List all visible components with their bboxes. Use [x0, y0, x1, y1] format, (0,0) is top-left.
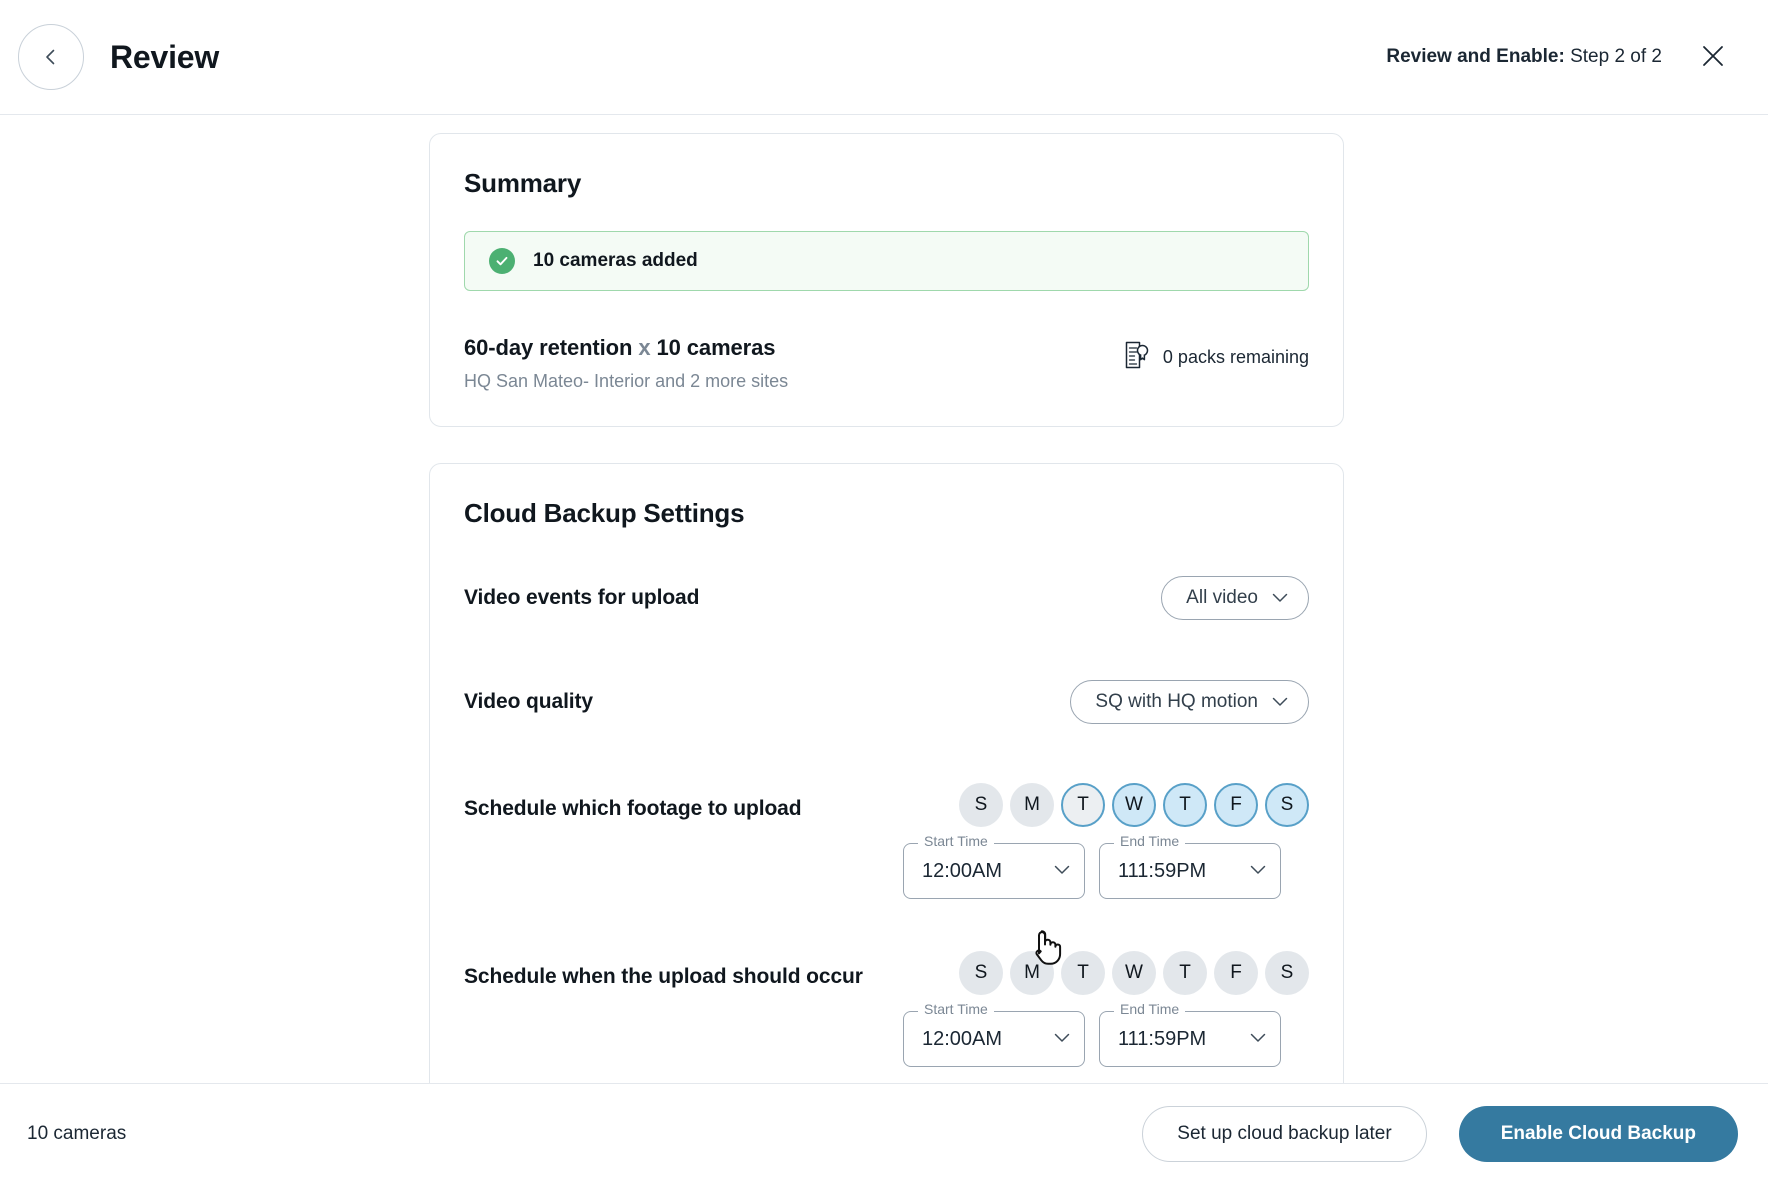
- day-toggle-thursday[interactable]: T: [1163, 951, 1207, 995]
- schedule-block-upload-window: Schedule when the upload should occur S …: [464, 951, 1309, 1067]
- video-quality-dropdown[interactable]: SQ with HQ motion: [1070, 680, 1309, 724]
- retention-suffix: 10 cameras: [657, 335, 776, 360]
- cloud-backup-settings-title: Cloud Backup Settings: [464, 498, 1309, 529]
- schedule-block-footage: Schedule which footage to upload S M T W…: [464, 783, 1309, 899]
- retention-sites: HQ San Mateo- Interior and 2 more sites: [464, 371, 1124, 392]
- check-circle-icon: [489, 248, 515, 274]
- chevron-down-icon: [1250, 1030, 1266, 1048]
- end-time-value: 111:59PM: [1118, 860, 1250, 883]
- video-events-dropdown-value: All video: [1186, 587, 1258, 609]
- day-toggle-sunday[interactable]: S: [959, 951, 1003, 995]
- end-time-legend: End Time: [1114, 1002, 1185, 1016]
- dialog-header: Review Review and Enable: Step 2 of 2: [0, 0, 1768, 115]
- page-title: Review: [110, 39, 219, 76]
- step-indicator: Review and Enable: Step 2 of 2: [1386, 46, 1662, 68]
- day-toggle-wednesday[interactable]: W: [1112, 783, 1156, 827]
- setup-later-button[interactable]: Set up cloud backup later: [1142, 1106, 1426, 1162]
- chevron-down-icon: [1054, 1030, 1070, 1048]
- footer-actions: Set up cloud backup later Enable Cloud B…: [1142, 1106, 1738, 1162]
- packs-remaining-text: 0 packs remaining: [1163, 347, 1309, 368]
- schedule-footage-controls: S M T W T F S Start Time 12:00AM: [959, 783, 1309, 899]
- setting-row-video-quality: Video quality SQ with HQ motion: [464, 673, 1309, 731]
- retention-title: 60-day retention x 10 cameras: [464, 335, 1124, 361]
- summary-title: Summary: [464, 168, 1309, 199]
- day-toggle-tuesday[interactable]: T: [1061, 783, 1105, 827]
- end-time-field-upload-window[interactable]: End Time 111:59PM: [1099, 1011, 1281, 1067]
- day-toggle-saturday[interactable]: S: [1265, 783, 1309, 827]
- retention-main: 60-day retention x 10 cameras HQ San Mat…: [464, 335, 1124, 392]
- review-and-enable-dialog: Review Review and Enable: Step 2 of 2 Su…: [0, 0, 1768, 1184]
- cards-container: Summary 10 cameras added 60-day retentio…: [424, 115, 1344, 1083]
- retention-prefix: 60-day retention: [464, 335, 632, 360]
- chevron-down-icon: [1272, 587, 1288, 609]
- video-events-dropdown[interactable]: All video: [1161, 576, 1309, 620]
- retention-row: 60-day retention x 10 cameras HQ San Mat…: [464, 335, 1309, 392]
- video-quality-label: Video quality: [464, 690, 1070, 714]
- end-time-legend: End Time: [1114, 834, 1185, 848]
- header-right-group: Review and Enable: Step 2 of 2: [1386, 40, 1730, 74]
- start-time-legend: Start Time: [918, 834, 994, 848]
- time-range-footage: Start Time 12:00AM End Time 1: [903, 843, 1281, 899]
- close-icon: [1699, 42, 1727, 73]
- step-indicator-value: Step 2 of 2: [1565, 46, 1662, 67]
- summary-card: Summary 10 cameras added 60-day retentio…: [429, 133, 1344, 427]
- end-time-field-footage[interactable]: End Time 111:59PM: [1099, 843, 1281, 899]
- day-toggle-monday[interactable]: M: [1010, 951, 1054, 995]
- license-document-icon: [1124, 341, 1150, 374]
- day-toggle-sunday[interactable]: S: [959, 783, 1003, 827]
- start-time-value: 12:00AM: [922, 860, 1054, 883]
- chevron-down-icon: [1250, 862, 1266, 880]
- day-selector-upload-window: S M T W T F S: [959, 951, 1309, 995]
- time-range-upload-window: Start Time 12:00AM End Time 1: [903, 1011, 1281, 1067]
- day-selector-footage: S M T W T F S: [959, 783, 1309, 827]
- cameras-added-text: 10 cameras added: [533, 250, 698, 272]
- packs-remaining-group: 0 packs remaining: [1124, 335, 1309, 374]
- cameras-added-banner: 10 cameras added: [464, 231, 1309, 291]
- dialog-footer: 10 cameras Set up cloud backup later Ena…: [0, 1083, 1768, 1184]
- day-toggle-tuesday[interactable]: T: [1061, 951, 1105, 995]
- day-toggle-thursday[interactable]: T: [1163, 783, 1207, 827]
- dialog-body: Summary 10 cameras added 60-day retentio…: [0, 115, 1768, 1083]
- schedule-upload-window-label: Schedule when the upload should occur: [464, 951, 959, 989]
- schedule-footage-label: Schedule which footage to upload: [464, 783, 959, 821]
- day-toggle-saturday[interactable]: S: [1265, 951, 1309, 995]
- end-time-value: 111:59PM: [1118, 1028, 1250, 1051]
- footer-camera-count: 10 cameras: [27, 1123, 126, 1145]
- chevron-down-icon: [1054, 862, 1070, 880]
- video-events-label: Video events for upload: [464, 586, 1161, 610]
- video-quality-dropdown-value: SQ with HQ motion: [1095, 691, 1258, 713]
- schedule-upload-window-controls: S M T W T F S Start Time 12:00AM: [959, 951, 1309, 1067]
- step-indicator-label: Review and Enable:: [1386, 46, 1564, 67]
- chevron-down-icon: [1272, 691, 1288, 713]
- enable-cloud-backup-button[interactable]: Enable Cloud Backup: [1459, 1106, 1738, 1162]
- retention-multiplier: x: [638, 335, 650, 360]
- close-button[interactable]: [1696, 40, 1730, 74]
- start-time-value: 12:00AM: [922, 1028, 1054, 1051]
- back-button[interactable]: [18, 24, 84, 90]
- start-time-field-footage[interactable]: Start Time 12:00AM: [903, 843, 1085, 899]
- day-toggle-friday[interactable]: F: [1214, 783, 1258, 827]
- day-toggle-friday[interactable]: F: [1214, 951, 1258, 995]
- day-toggle-monday[interactable]: M: [1010, 783, 1054, 827]
- start-time-field-upload-window[interactable]: Start Time 12:00AM: [903, 1011, 1085, 1067]
- day-toggle-wednesday[interactable]: W: [1112, 951, 1156, 995]
- start-time-legend: Start Time: [918, 1002, 994, 1016]
- chevron-left-icon: [41, 47, 61, 67]
- cloud-backup-settings-card: Cloud Backup Settings Video events for u…: [429, 463, 1344, 1083]
- setting-row-video-events: Video events for upload All video: [464, 569, 1309, 627]
